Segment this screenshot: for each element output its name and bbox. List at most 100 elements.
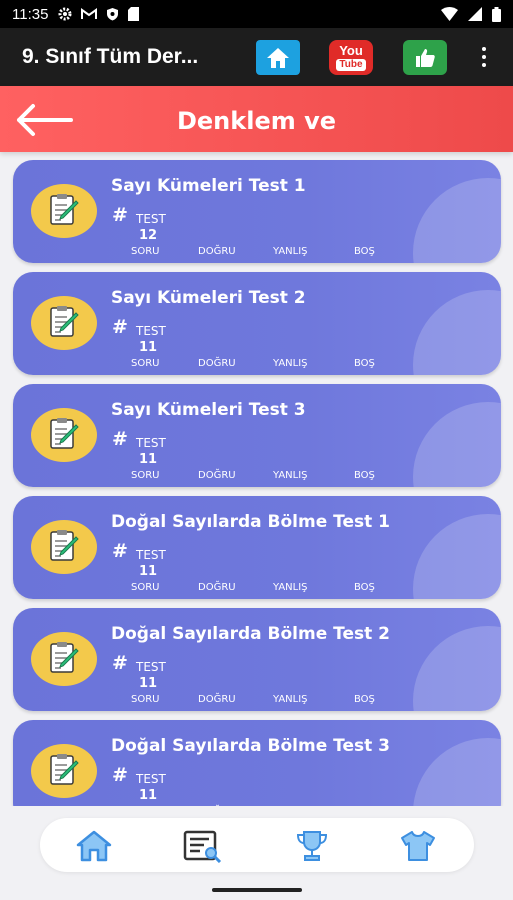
checklist-icon	[50, 418, 79, 449]
battery-icon	[492, 6, 501, 22]
col-soru: SORU	[131, 694, 160, 705]
col-bos: BOŞ	[354, 358, 375, 369]
wifi-icon	[441, 7, 458, 21]
list-search-icon	[183, 830, 222, 863]
test-badge	[31, 408, 97, 462]
question-count: 11	[139, 564, 158, 579]
card-decoration	[413, 626, 501, 711]
question-count: 11	[139, 340, 158, 355]
test-list: Sayı Kümeleri Test 1 # TEST 12 SORU DOĞR…	[0, 152, 513, 806]
status-bar: 11:35	[0, 0, 513, 28]
home-icon	[267, 47, 289, 68]
col-yanlis: YANLIŞ	[273, 470, 308, 481]
card-decoration	[413, 402, 501, 487]
col-soru: SORU	[131, 358, 160, 369]
col-bos: BOŞ	[354, 582, 375, 593]
more-vert-icon	[482, 47, 486, 51]
col-yanlis: YANLIŞ	[273, 246, 308, 257]
question-count: 12	[139, 228, 158, 243]
checklist-icon	[50, 306, 79, 337]
test-title: Sayı Kümeleri Test 2	[111, 288, 306, 308]
nav-leaderboard[interactable]	[290, 826, 334, 866]
youtube-button[interactable]: You Tube	[329, 40, 373, 75]
test-label: TEST	[136, 212, 166, 226]
col-dogru: DOĞRU	[198, 246, 236, 257]
thumbs-up-icon	[416, 48, 435, 67]
test-card[interactable]: Doğal Sayılarda Bölme Test 3 # TEST 11 S…	[13, 720, 501, 806]
test-label: TEST	[136, 324, 166, 338]
gesture-bar[interactable]	[212, 888, 302, 892]
youtube-label-bottom: Tube	[336, 59, 366, 71]
col-bos: BOŞ	[354, 470, 375, 481]
col-dogru: DOĞRU	[198, 358, 236, 369]
test-title: Doğal Sayılarda Bölme Test 1	[111, 512, 391, 532]
checklist-icon	[50, 530, 79, 561]
hash-icon: #	[112, 652, 128, 674]
hash-icon: #	[112, 428, 128, 450]
bottom-nav	[40, 818, 474, 872]
trophy-icon	[296, 831, 328, 861]
test-badge	[31, 296, 97, 350]
test-badge	[31, 520, 97, 574]
test-card[interactable]: Sayı Kümeleri Test 2 # TEST 11 SORU DOĞR…	[13, 272, 501, 375]
nav-profile[interactable]	[396, 826, 440, 866]
col-yanlis: YANLIŞ	[273, 694, 308, 705]
test-card[interactable]: Sayı Kümeleri Test 3 # TEST 11 SORU DOĞR…	[13, 384, 501, 487]
col-yanlis: YANLIŞ	[273, 358, 308, 369]
app-bar: 9. Sınıf Tüm Der... You Tube	[0, 28, 513, 86]
col-soru: SORU	[131, 470, 160, 481]
hash-icon: #	[112, 204, 128, 226]
col-dogru: DOĞRU	[198, 470, 236, 481]
col-bos: BOŞ	[354, 694, 375, 705]
gmail-icon	[81, 8, 98, 19]
col-soru: SORU	[131, 246, 160, 257]
checklist-icon	[50, 754, 79, 785]
test-card[interactable]: Doğal Sayılarda Bölme Test 2 # TEST 11 S…	[13, 608, 501, 711]
settings-gear-icon	[58, 7, 72, 21]
hash-icon: #	[112, 540, 128, 562]
test-card[interactable]: Doğal Sayılarda Bölme Test 1 # TEST 11 S…	[13, 496, 501, 599]
sd-card-icon	[128, 7, 140, 21]
signal-icon	[468, 7, 482, 21]
test-label: TEST	[136, 772, 166, 786]
shield-icon	[107, 8, 119, 21]
like-button[interactable]	[403, 40, 447, 75]
home-icon	[76, 830, 112, 862]
shirt-icon	[401, 831, 435, 861]
question-count: 11	[139, 676, 158, 691]
col-bos: BOŞ	[354, 246, 375, 257]
col-yanlis: YANLIŞ	[273, 582, 308, 593]
test-label: TEST	[136, 436, 166, 450]
app-title: 9. Sınıf Tüm Der...	[22, 45, 199, 68]
youtube-label-top: You	[339, 43, 363, 58]
test-badge	[31, 744, 97, 798]
card-decoration	[413, 514, 501, 599]
checklist-icon	[50, 194, 79, 225]
question-count: 11	[139, 452, 158, 467]
col-dogru: DOĞRU	[198, 694, 236, 705]
col-soru: SORU	[131, 582, 160, 593]
home-button[interactable]	[256, 40, 300, 75]
test-title: Doğal Sayılarda Bölme Test 2	[111, 624, 391, 644]
page-title: Denklem ve	[176, 107, 337, 135]
test-title: Sayı Kümeleri Test 1	[111, 176, 306, 196]
test-title: Sayı Kümeleri Test 3	[111, 400, 306, 420]
card-decoration	[413, 738, 501, 806]
more-options-button[interactable]	[470, 42, 498, 72]
nav-home[interactable]	[72, 826, 116, 866]
nav-tests[interactable]	[180, 826, 224, 866]
question-count: 11	[139, 788, 158, 803]
test-card[interactable]: Sayı Kümeleri Test 1 # TEST 12 SORU DOĞR…	[13, 160, 501, 263]
test-badge	[31, 632, 97, 686]
page-header: Denklem ve	[0, 86, 513, 152]
test-label: TEST	[136, 660, 166, 674]
test-badge	[31, 184, 97, 238]
test-label: TEST	[136, 548, 166, 562]
status-time: 11:35	[12, 5, 49, 23]
hash-icon: #	[112, 764, 128, 786]
col-dogru: DOĞRU	[198, 582, 236, 593]
card-decoration	[413, 290, 501, 375]
test-title: Doğal Sayılarda Bölme Test 3	[111, 736, 391, 756]
hash-icon: #	[112, 316, 128, 338]
checklist-icon	[50, 642, 79, 673]
